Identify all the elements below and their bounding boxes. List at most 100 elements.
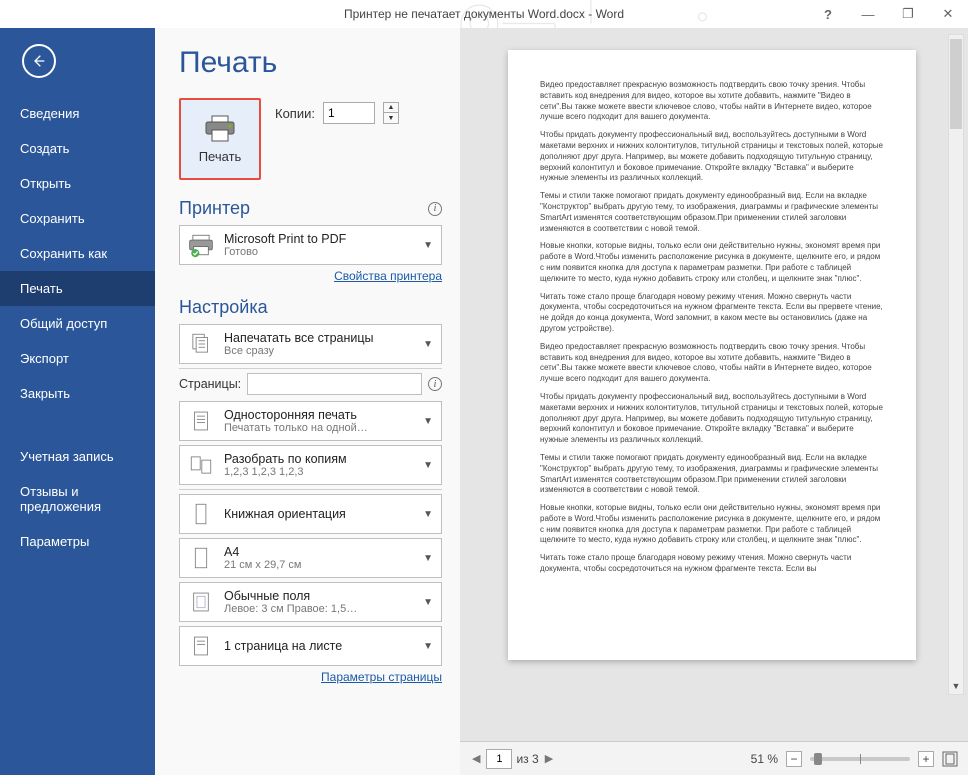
page-number-input[interactable] bbox=[486, 749, 512, 769]
copies-input[interactable] bbox=[323, 102, 375, 124]
printer-properties-link[interactable]: Свойства принтера bbox=[334, 269, 442, 283]
setting-main: Разобрать по копиям bbox=[224, 452, 413, 466]
setting-icon bbox=[186, 452, 216, 478]
setting-dropdown-3[interactable]: Книжная ориентация ▼ bbox=[179, 494, 442, 534]
setting-main: 1 страница на листе bbox=[224, 639, 413, 653]
zoom-out-button[interactable]: − bbox=[786, 751, 802, 767]
printer-name: Microsoft Print to PDF bbox=[224, 232, 413, 246]
setting-dropdown-6[interactable]: 1 страница на листе▼ bbox=[179, 626, 442, 666]
page-title: Печать bbox=[179, 46, 442, 80]
page-total: из 3 bbox=[516, 752, 538, 766]
help-button[interactable]: ? bbox=[808, 0, 848, 28]
preview-paragraph: Чтобы придать документу профессиональный… bbox=[540, 130, 884, 184]
pages-input[interactable] bbox=[247, 373, 422, 395]
setting-icon bbox=[186, 633, 216, 659]
setting-main: Односторонняя печать bbox=[224, 408, 413, 422]
chevron-down-icon: ▼ bbox=[421, 597, 435, 608]
setting-dropdown-1[interactable]: Односторонняя печатьПечатать только на о… bbox=[179, 401, 442, 441]
scroll-thumb[interactable] bbox=[950, 39, 962, 129]
next-page-button[interactable]: ▶ bbox=[543, 752, 555, 765]
nav-item-0[interactable]: Сведения bbox=[0, 96, 155, 131]
preview-paragraph: Читать тоже стало проще благодаря новому… bbox=[540, 553, 884, 575]
printer-status: Готово bbox=[224, 246, 413, 258]
setting-dropdown-4[interactable]: A421 см x 29,7 см▼ bbox=[179, 538, 442, 578]
preview-paragraph: Темы и стили также помогают придать доку… bbox=[540, 191, 884, 234]
setting-icon bbox=[186, 408, 216, 434]
setting-icon bbox=[186, 589, 216, 615]
setting-icon bbox=[186, 501, 216, 527]
copies-label: Копии: bbox=[275, 106, 315, 121]
chevron-down-icon: ▼ bbox=[421, 416, 435, 427]
back-button[interactable] bbox=[22, 44, 56, 78]
nav-item-8[interactable]: Закрыть bbox=[0, 376, 155, 411]
print-button[interactable]: Печать bbox=[179, 98, 261, 180]
print-preview-pane: Видео предоставляет прекрасную возможнос… bbox=[460, 28, 968, 775]
zoom-slider[interactable] bbox=[810, 757, 910, 761]
nav-lower-item-1[interactable]: Отзывы и предложения bbox=[0, 474, 155, 524]
setting-main: Обычные поля bbox=[224, 589, 413, 603]
backstage-sidebar: СведенияСоздатьОткрытьСохранитьСохранить… bbox=[0, 28, 155, 775]
nav-item-1[interactable]: Создать bbox=[0, 131, 155, 166]
preview-paragraph: Видео предоставляет прекрасную возможнос… bbox=[540, 80, 884, 123]
printer-icon bbox=[204, 115, 236, 143]
nav-item-7[interactable]: Экспорт bbox=[0, 341, 155, 376]
preview-paragraph: Читать тоже стало проще благодаря новому… bbox=[540, 292, 884, 335]
titlebar: Принтер не печатает документы Word.docx … bbox=[0, 0, 968, 28]
chevron-down-icon: ▼ bbox=[421, 509, 435, 520]
nav-item-4[interactable]: Сохранить как bbox=[0, 236, 155, 271]
restore-button[interactable]: ❐ bbox=[888, 0, 928, 28]
setting-main: Книжная ориентация bbox=[224, 507, 413, 521]
spinner-down-icon[interactable]: ▼ bbox=[384, 113, 398, 123]
nav-item-5[interactable]: Печать bbox=[0, 271, 155, 306]
printer-info-icon[interactable]: i bbox=[428, 202, 442, 216]
preview-paragraph: Новые кнопки, которые видны, только если… bbox=[540, 241, 884, 284]
nav-item-3[interactable]: Сохранить bbox=[0, 201, 155, 236]
zoom-fit-button[interactable] bbox=[942, 751, 958, 767]
chevron-down-icon: ▼ bbox=[421, 339, 435, 350]
pages-label: Страницы: bbox=[179, 377, 241, 391]
spinner-up-icon[interactable]: ▲ bbox=[384, 103, 398, 113]
setting-icon bbox=[186, 545, 216, 571]
close-button[interactable]: ✕ bbox=[928, 0, 968, 28]
nav-lower-item-2[interactable]: Параметры bbox=[0, 524, 155, 559]
nav-item-2[interactable]: Открыть bbox=[0, 166, 155, 201]
printer-ready-icon bbox=[186, 232, 216, 258]
setting-dropdown-0[interactable]: Напечатать все страницыВсе сразу ▼ bbox=[179, 324, 442, 364]
chevron-down-icon: ▼ bbox=[421, 240, 435, 251]
preview-footer: ◀ из 3 ▶ 51 % − + bbox=[460, 741, 968, 775]
preview-paragraph: Новые кнопки, которые видны, только если… bbox=[540, 503, 884, 546]
setting-main: A4 bbox=[224, 545, 413, 559]
setting-sub: 21 см x 29,7 см bbox=[224, 559, 413, 571]
print-button-label: Печать bbox=[199, 149, 242, 164]
prev-page-button[interactable]: ◀ bbox=[470, 752, 482, 765]
setting-sub: Все сразу bbox=[224, 345, 413, 357]
window-title: Принтер не печатает документы Word.docx … bbox=[344, 7, 624, 21]
printer-select[interactable]: Microsoft Print to PDF Готово ▼ bbox=[179, 225, 442, 265]
page-setup-link[interactable]: Параметры страницы bbox=[321, 670, 442, 684]
setting-main: Напечатать все страницы bbox=[224, 331, 413, 345]
nav-item-6[interactable]: Общий доступ bbox=[0, 306, 155, 341]
minimize-button[interactable]: — bbox=[848, 0, 888, 28]
chevron-down-icon: ▼ bbox=[421, 460, 435, 471]
preview-paragraph: Темы и стили также помогают придать доку… bbox=[540, 453, 884, 496]
preview-scrollbar[interactable]: ▲ ▼ bbox=[948, 34, 964, 695]
print-settings-pane: Печать Печать Копии: ▲ ▼ bbox=[155, 28, 460, 775]
window-controls: ? — ❐ ✕ bbox=[808, 0, 968, 28]
setting-sub: Левое: 3 см Правое: 1,5… bbox=[224, 603, 413, 615]
preview-paragraph: Видео предоставляет прекрасную возможнос… bbox=[540, 342, 884, 385]
setting-sub: Печатать только на одной… bbox=[224, 422, 413, 434]
setting-dropdown-2[interactable]: Разобрать по копиям1,2,3 1,2,3 1,2,3 ▼ bbox=[179, 445, 442, 485]
preview-page: Видео предоставляет прекрасную возможнос… bbox=[508, 50, 916, 660]
pages-info-icon[interactable]: i bbox=[428, 377, 442, 391]
copies-spinner[interactable]: ▲ ▼ bbox=[383, 102, 399, 124]
zoom-in-button[interactable]: + bbox=[918, 751, 934, 767]
setting-sub: 1,2,3 1,2,3 1,2,3 bbox=[224, 466, 413, 478]
setting-icon bbox=[186, 331, 216, 357]
scroll-down-icon[interactable]: ▼ bbox=[949, 678, 963, 694]
nav-lower-item-0[interactable]: Учетная запись bbox=[0, 439, 155, 474]
printer-heading: Принтер bbox=[179, 198, 250, 219]
preview-paragraph: Чтобы придать документу профессиональный… bbox=[540, 392, 884, 446]
zoom-percent: 51 % bbox=[751, 752, 778, 766]
setting-dropdown-5[interactable]: Обычные поляЛевое: 3 см Правое: 1,5… ▼ bbox=[179, 582, 442, 622]
settings-heading: Настройка bbox=[179, 297, 268, 318]
